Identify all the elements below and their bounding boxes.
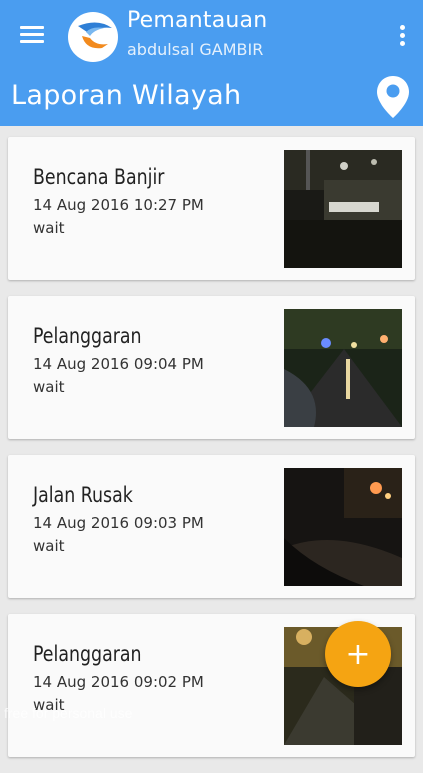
report-photo xyxy=(284,309,402,427)
report-title: Pelanggaran xyxy=(33,324,142,348)
report-title: Bencana Banjir xyxy=(33,165,165,189)
more-vert-icon[interactable] xyxy=(395,22,409,50)
report-date: 14 Aug 2016 09:02 PM xyxy=(33,673,204,691)
report-card[interactable]: Bencana Banjir 14 Aug 2016 10:27 PM wait xyxy=(8,137,415,280)
report-photo xyxy=(284,468,402,586)
report-status: wait xyxy=(33,378,65,396)
report-photo xyxy=(284,150,402,268)
report-card[interactable]: Pelanggaran 14 Aug 2016 09:04 PM wait xyxy=(8,296,415,439)
app-logo xyxy=(68,12,118,62)
watermark-text: free for personal use xyxy=(4,705,133,721)
report-date: 14 Aug 2016 09:04 PM xyxy=(33,355,204,373)
report-status: wait xyxy=(33,537,65,555)
add-icon: + xyxy=(345,636,371,672)
add-report-button[interactable]: + xyxy=(325,621,391,687)
report-title: Jalan Rusak xyxy=(33,483,133,507)
app-subtitle: abdulsal GAMBIR xyxy=(127,40,264,59)
app-bar: Pemantauan abdulsal GAMBIR Laporan Wilay… xyxy=(0,0,423,126)
page-title: Laporan Wilayah xyxy=(11,80,242,111)
report-card[interactable]: Jalan Rusak 14 Aug 2016 09:03 PM wait xyxy=(8,455,415,598)
report-date: 14 Aug 2016 10:27 PM xyxy=(33,196,204,214)
hamburger-menu-icon[interactable] xyxy=(18,22,46,48)
report-status: wait xyxy=(33,219,65,237)
map-pin-icon[interactable] xyxy=(375,74,411,120)
report-title: Pelanggaran xyxy=(33,642,142,666)
app-title: Pemantauan xyxy=(127,8,268,33)
report-date: 14 Aug 2016 09:03 PM xyxy=(33,514,204,532)
